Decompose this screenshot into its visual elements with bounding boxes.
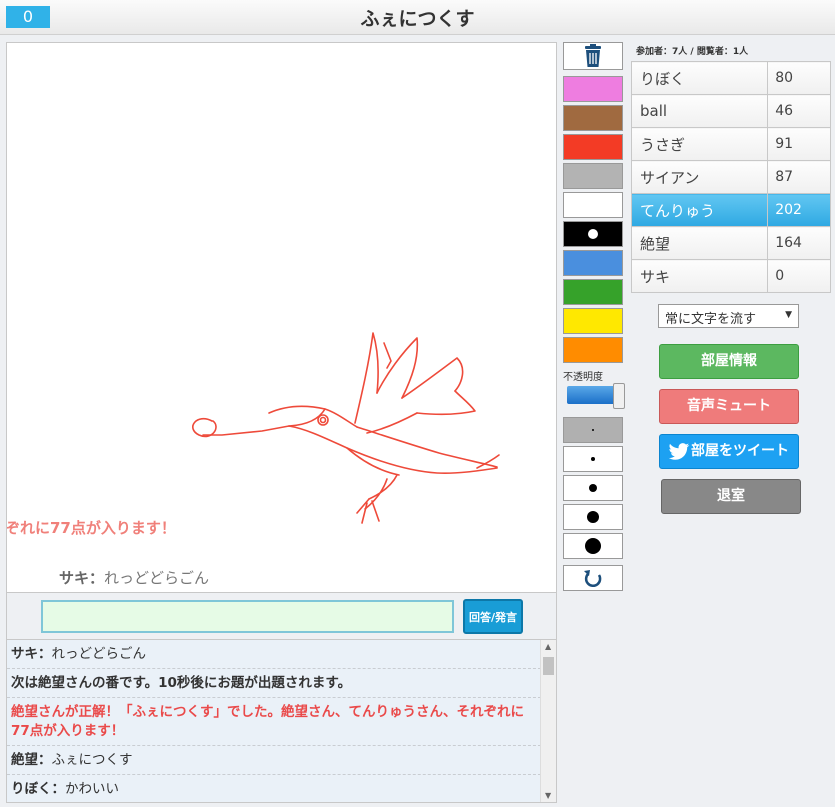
player-name: 絶望 <box>630 226 769 260</box>
brush-size-dot <box>585 538 601 554</box>
player-score: 80 <box>767 61 831 95</box>
dropdown-arrow-icon: ▼ <box>785 310 792 320</box>
chat-message: サキ：れっどどらごん <box>7 640 556 669</box>
room-info-button[interactable]: 部屋情報 <box>659 344 799 379</box>
canvas-last-message-text: れっどどらごん <box>104 569 210 587</box>
player-row: 絶望 164 <box>630 226 831 260</box>
brush-size-dot <box>592 429 594 431</box>
color-swatch[interactable] <box>563 163 623 189</box>
player-name: サイアン <box>630 160 769 194</box>
brush-size-dot <box>589 484 597 492</box>
twitter-bird-icon <box>668 443 690 460</box>
player-row: てんりゅう 202 <box>630 193 831 227</box>
brush-size-button[interactable] <box>563 475 623 501</box>
chat-message: りぼく：かわいい <box>7 775 556 802</box>
player-score: 164 <box>767 226 831 260</box>
drawing-strokes <box>192 332 500 524</box>
chat-message-text: 絶望さんが正解！「ふぇにつくす」でした。絶望さん、てんりゅうさん、それぞれに77… <box>11 704 524 739</box>
page-title: ふぇにつくす <box>360 8 475 30</box>
chat-message-text: 次は絶望さんの番です。10秒後にお題が出題されます。 <box>11 675 352 691</box>
player-name: サキ <box>630 259 769 293</box>
chat-message-list: サキ：れっどどらごん 次は絶望さんの番です。10秒後にお題が出題されます。 絶望さん… <box>7 640 556 802</box>
chat-message-text: ふぇにつくす <box>51 752 133 768</box>
canvas-last-message-name: サキ <box>59 569 90 587</box>
player-score: 87 <box>767 160 831 194</box>
name-colon: ： <box>38 752 52 768</box>
player-name: ball <box>630 94 769 128</box>
player-row: サイアン 87 <box>630 160 831 194</box>
chat-message-text: かわいい <box>65 781 119 797</box>
player-row: うさぎ 91 <box>630 127 831 161</box>
color-swatch[interactable] <box>563 192 623 218</box>
name-colon: ： <box>51 781 66 797</box>
scroll-thumb[interactable] <box>543 657 554 675</box>
opacity-label: 不透明度 <box>563 372 603 383</box>
chat-message: 絶望：ふぇにつくす <box>7 746 556 775</box>
chat-log[interactable]: サキ：れっどどらごん 次は絶望さんの番です。10秒後にお題が出題されます。 絶望さん… <box>6 639 557 803</box>
answer-submit-button[interactable]: 回答/発言 <box>463 599 523 634</box>
player-name: てんりゅう <box>630 193 769 227</box>
player-row: ball 46 <box>630 94 831 128</box>
color-swatch[interactable] <box>563 250 623 276</box>
player-table: りぼく 80 ball 46 うさぎ 91 サイアン 87 てんりゅう 202 絶望 164 サキ 0 <box>630 61 831 293</box>
answer-input[interactable] <box>41 600 454 633</box>
flowing-message: ぞれに77点が入ります！ <box>6 519 176 537</box>
color-swatch[interactable] <box>563 105 623 131</box>
color-swatch[interactable] <box>563 134 623 160</box>
chat-message-name: 絶望 <box>11 752 38 768</box>
player-score: 46 <box>767 94 831 128</box>
opacity-knob[interactable] <box>613 383 625 409</box>
brush-size-button[interactable] <box>563 417 623 443</box>
color-swatch[interactable] <box>563 337 623 363</box>
undo-icon <box>584 570 602 588</box>
clear-canvas-button[interactable] <box>563 42 623 70</box>
brush-size-dot <box>587 511 599 523</box>
room-counts: 参加者：7人 / 閲覧者：1人 <box>636 47 749 57</box>
trash-icon <box>585 44 601 67</box>
tweet-room-button[interactable]: 部屋をツイート <box>659 434 799 469</box>
player-row: サキ 0 <box>630 259 831 293</box>
chat-scrollbar[interactable]: ▲ ▼ <box>540 640 556 802</box>
selected-color-dot <box>588 229 598 239</box>
chat-message-text: れっどどらごん <box>51 646 147 662</box>
color-swatch[interactable] <box>563 76 623 102</box>
header-bar: 0 ふぇにつくす <box>0 0 835 35</box>
brush-size-button[interactable] <box>563 504 623 530</box>
chat-message: 次は絶望さんの番です。10秒後にお題が出題されます。 <box>7 669 556 698</box>
flow-mode-value: 常に文字を流す <box>665 312 757 327</box>
color-swatch[interactable] <box>563 221 623 247</box>
player-score: 91 <box>767 127 831 161</box>
brush-size-button[interactable] <box>563 533 623 559</box>
chat-message: 絶望さんが正解！「ふぇにつくす」でした。絶望さん、てんりゅうさん、それぞれに77… <box>7 698 556 746</box>
player-row: りぼく 80 <box>630 61 831 95</box>
player-name: うさぎ <box>630 127 769 161</box>
chat-message-name: サキ <box>11 646 38 662</box>
leave-room-button[interactable]: 退室 <box>661 479 801 514</box>
canvas-last-message: サキ：れっどどらごん <box>59 567 209 588</box>
flow-mode-select[interactable]: 常に文字を流す ▼ <box>658 304 799 328</box>
scroll-up-icon[interactable]: ▲ <box>545 642 551 651</box>
color-swatch[interactable] <box>563 308 623 334</box>
name-colon: ： <box>89 569 105 587</box>
name-colon: ： <box>38 646 52 662</box>
brush-size-dot <box>591 457 595 461</box>
color-swatch[interactable] <box>563 279 623 305</box>
player-score: 202 <box>767 193 831 227</box>
opacity-slider[interactable] <box>567 383 627 411</box>
player-name: りぼく <box>630 61 769 95</box>
drawing-canvas[interactable]: ぞれに77点が入ります！ サキ：れっどどらごん <box>6 42 557 593</box>
scroll-down-icon[interactable]: ▼ <box>545 791 551 800</box>
mute-button[interactable]: 音声ミュート <box>659 389 799 424</box>
answer-bar: 回答/発言 <box>6 593 557 639</box>
undo-button[interactable] <box>563 565 623 591</box>
chat-message-name: りぼく <box>11 781 52 797</box>
player-score: 0 <box>767 259 831 293</box>
brush-size-button[interactable] <box>563 446 623 472</box>
